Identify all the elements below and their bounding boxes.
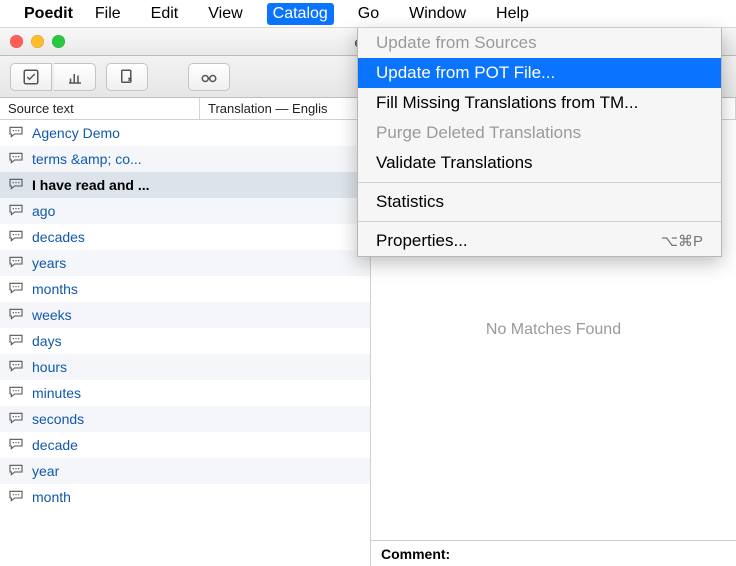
close-button[interactable]: [10, 35, 23, 48]
minimize-button[interactable]: [31, 35, 44, 48]
menu-item-update-from-sources: Update from Sources: [358, 28, 721, 58]
row-label: year: [32, 463, 59, 479]
comment-bubble-icon: [8, 177, 24, 194]
table-row[interactable]: months: [0, 276, 370, 302]
table-row[interactable]: ago: [0, 198, 370, 224]
row-label: month: [32, 489, 71, 505]
doc-arrow-icon: [118, 68, 136, 86]
toolbar-group-1: [10, 63, 96, 91]
row-label: decade: [32, 437, 78, 453]
comment-bubble-icon: [8, 151, 24, 168]
row-label: hours: [32, 359, 67, 375]
window-traffic-lights: [10, 35, 65, 48]
menu-item-label: Validate Translations: [376, 153, 533, 173]
table-row[interactable]: weeks: [0, 302, 370, 328]
menu-item-window[interactable]: Window: [403, 3, 472, 25]
row-label: minutes: [32, 385, 81, 401]
table-row[interactable]: year: [0, 458, 370, 484]
app-name[interactable]: Poedit: [24, 5, 73, 23]
comment-bubble-icon: [8, 411, 24, 428]
table-row[interactable]: month: [0, 484, 370, 510]
table-row[interactable]: days: [0, 328, 370, 354]
catalog-menu-dropdown: Update from Sources Update from POT File.…: [357, 28, 722, 257]
menu-item-go[interactable]: Go: [352, 3, 385, 25]
row-label: months: [32, 281, 78, 297]
comment-bubble-icon: [8, 463, 24, 480]
comment-bubble-icon: [8, 437, 24, 454]
zoom-button[interactable]: [52, 35, 65, 48]
row-label: I have read and ...: [32, 177, 150, 193]
row-label: years: [32, 255, 66, 271]
comment-bubble-icon: [8, 359, 24, 376]
comment-bubble-icon: [8, 229, 24, 246]
table-row[interactable]: Agency Demo: [0, 120, 370, 146]
menu-item-fill-missing-translations-from-tm[interactable]: Fill Missing Translations from TM...: [358, 88, 721, 118]
menu-item-help[interactable]: Help: [490, 3, 535, 25]
menu-item-properties[interactable]: Properties... ⌥⌘P: [358, 226, 721, 256]
row-label: seconds: [32, 411, 84, 427]
menu-item-label: Update from Sources: [376, 33, 537, 53]
menu-item-edit[interactable]: Edit: [145, 3, 185, 25]
row-label: Agency Demo: [32, 125, 120, 141]
table-row[interactable]: hours: [0, 354, 370, 380]
validate-button[interactable]: [10, 63, 52, 91]
menu-separator: [358, 221, 721, 222]
comment-label: Comment:: [371, 540, 736, 566]
os-menubar: Poedit File Edit View Catalog Go Window Help: [0, 0, 736, 28]
glasses-icon: [200, 68, 218, 86]
source-list[interactable]: Agency Demo terms &amp; co... I have read …: [0, 120, 370, 566]
table-row[interactable]: decades: [0, 224, 370, 250]
menu-item-statistics[interactable]: Statistics: [358, 187, 721, 217]
menu-item-shortcut: ⌥⌘P: [661, 232, 703, 250]
menu-item-file[interactable]: File: [89, 3, 127, 25]
table-row[interactable]: seconds: [0, 406, 370, 432]
table-row[interactable]: minutes: [0, 380, 370, 406]
column-source-text[interactable]: Source text: [0, 98, 200, 119]
row-label: days: [32, 333, 62, 349]
table-row[interactable]: years: [0, 250, 370, 276]
comment-bubble-icon: [8, 281, 24, 298]
table-row[interactable]: terms &amp; co...: [0, 146, 370, 172]
comment-bubble-icon: [8, 385, 24, 402]
view-toggle-button[interactable]: [188, 63, 230, 91]
menu-item-update-from-pot-file[interactable]: Update from POT File...: [358, 58, 721, 88]
comment-bubble-icon: [8, 125, 24, 142]
menu-separator: [358, 182, 721, 183]
comment-bubble-icon: [8, 307, 24, 324]
comment-bubble-icon: [8, 203, 24, 220]
row-label: ago: [32, 203, 55, 219]
row-label: weeks: [32, 307, 72, 323]
export-button[interactable]: [106, 63, 148, 91]
menu-item-label: Statistics: [376, 192, 444, 212]
row-label: decades: [32, 229, 85, 245]
comment-bubble-icon: [8, 489, 24, 506]
comment-bubble-icon: [8, 255, 24, 272]
menu-item-view[interactable]: View: [202, 3, 248, 25]
stats-button[interactable]: [54, 63, 96, 91]
menu-item-label: Purge Deleted Translations: [376, 123, 581, 143]
menu-item-label: Update from POT File...: [376, 63, 555, 83]
table-row[interactable]: I have read and ...: [0, 172, 370, 198]
menu-item-label: Properties...: [376, 231, 468, 251]
chart-icon: [66, 68, 84, 86]
menu-item-catalog[interactable]: Catalog: [267, 3, 334, 25]
row-label: terms &amp; co...: [32, 151, 142, 167]
table-row[interactable]: decade: [0, 432, 370, 458]
menu-item-label: Fill Missing Translations from TM...: [376, 93, 638, 113]
comment-bubble-icon: [8, 333, 24, 350]
check-icon: [22, 68, 40, 86]
menu-item-validate-translations[interactable]: Validate Translations: [358, 148, 721, 178]
menu-item-purge-deleted-translations: Purge Deleted Translations: [358, 118, 721, 148]
